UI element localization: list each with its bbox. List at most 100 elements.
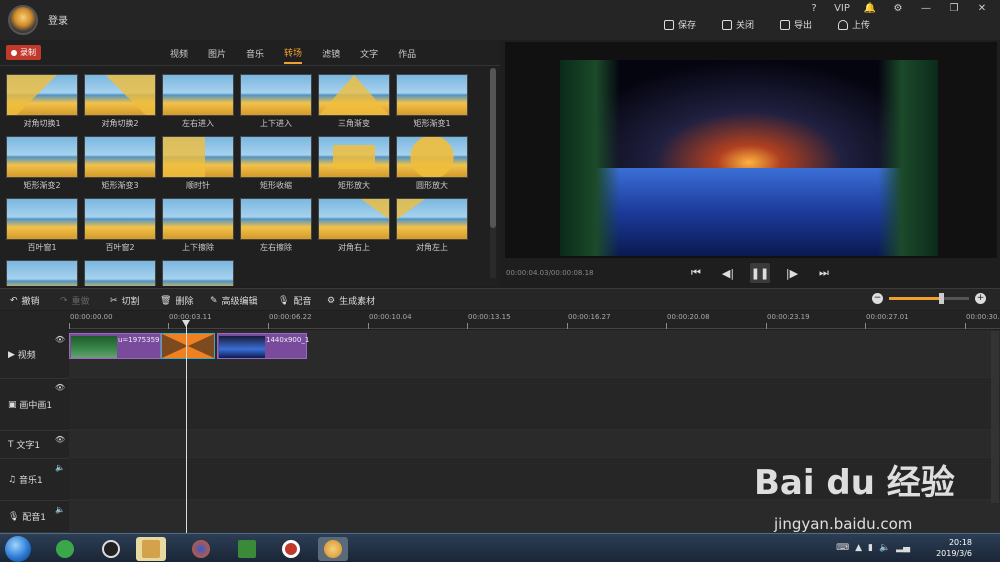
transition-item[interactable]: 对角左上 [396,198,468,256]
redo-button[interactable]: ↷ 重做 [60,294,90,308]
taskbar-app-explorer[interactable] [136,537,166,561]
transition-item[interactable]: 矩形收缩 [240,136,312,194]
transition-item[interactable]: 矩形放大 [318,136,390,194]
cut-button[interactable]: ✂ 切割 [110,294,140,308]
taskbar-app-firefox[interactable] [186,537,216,561]
taskbar-app-qq[interactable] [96,537,126,561]
tab-filter[interactable]: 滤镜 [322,44,340,63]
eye-icon[interactable]: 👁 [55,335,65,344]
zoom-slider[interactable] [889,293,969,304]
transition-item[interactable]: 矩形渐变2 [6,136,78,194]
help-icon[interactable]: ? [802,2,826,16]
speaker-icon[interactable]: 🔈 [55,463,65,472]
transition-item[interactable]: 对角切换1 [6,74,78,132]
transition-item[interactable]: 对角切换2 [84,74,156,132]
undo-icon: ↶ [10,295,18,306]
zoom-slider-handle[interactable] [938,293,944,304]
library-scrollbar-thumb[interactable] [490,68,496,228]
transition-item[interactable]: 矩形渐变1 [396,74,468,132]
dub-button[interactable]: 🎙 配音 [278,294,311,308]
undo-button[interactable]: ↶ 撤销 [10,294,40,308]
pause-icon[interactable]: ❚❚ [750,263,770,283]
tab-video[interactable]: 视频 [170,44,188,63]
eye-icon[interactable]: 👁 [55,435,65,444]
zoom-out-icon[interactable]: − [872,293,883,304]
transition-item[interactable]: 矩形渐变3 [84,136,156,194]
track-header-video[interactable]: ▶ 视频 👁 [0,331,69,379]
track-text [69,430,1000,458]
step-back-icon[interactable]: ◀| [718,263,738,283]
transition-item[interactable]: 三角渐变 [318,74,390,132]
transition-thumbnail [84,136,156,178]
bell-icon[interactable]: 🔔 [858,2,882,16]
close-icon[interactable]: ✕ [970,2,994,16]
skip-start-icon[interactable]: ⏮ [686,263,706,283]
transition-item[interactable]: 对角右上 [318,198,390,256]
timeline-ruler[interactable]: 00:00:00.00 00:00:03.11 00:00:06.22 00:0… [69,311,1000,329]
track-header-music[interactable]: ♫ 音乐1 🔈 [0,459,69,501]
taskbar-app-360[interactable] [50,537,80,561]
pip-icon: ▣ [8,399,20,410]
library-scrollbar[interactable] [490,68,496,278]
tab-transition[interactable]: 转场 [284,43,303,64]
upload-icon [837,19,848,30]
video-clip[interactable]: 1440x900_1 [217,333,309,359]
tab-image[interactable]: 图片 [208,44,226,63]
transition-item[interactable]: 百叶窗1 [6,198,78,256]
upload-button[interactable]: 上传 [837,18,870,31]
login-link[interactable]: 登录 [48,12,68,27]
transition-clip[interactable] [161,333,215,359]
track-header-text[interactable]: T 文字1 👁 [0,431,69,459]
zoom-in-icon[interactable]: + [975,293,986,304]
transition-item[interactable] [84,260,156,286]
transition-item[interactable]: 圆形放大 [396,136,468,194]
tab-music[interactable]: 音乐 [246,44,264,63]
video-clip[interactable]: u=1975359 [69,333,161,359]
start-button[interactable] [5,536,31,562]
flag-icon[interactable]: ▲ [855,543,862,553]
transition-item[interactable]: 百叶窗2 [84,198,156,256]
tab-works[interactable]: 作品 [398,44,416,63]
app-icon [102,540,120,558]
preview-trees-left [560,60,620,256]
track-header-pip[interactable]: ▣ 画中画1 👁 [0,379,69,431]
minimize-icon[interactable]: — [914,2,938,16]
vip-icon[interactable]: VIP [830,2,854,16]
taskbar-app-media[interactable] [232,537,262,561]
speaker-icon[interactable]: 🔈 [55,505,65,514]
delete-button[interactable]: 🗑 删除 [160,294,193,308]
taskbar-app-editor[interactable] [318,537,348,561]
step-forward-icon[interactable]: |▶ [782,263,802,283]
transition-label: 对角切换2 [101,119,139,128]
transition-item[interactable]: 上下进入 [240,74,312,132]
generate-material-button[interactable]: ⚙ 生成素材 [327,294,375,308]
save-button[interactable]: 保存 [663,18,696,31]
close-file-button[interactable]: 关闭 [721,18,754,31]
maximize-icon[interactable]: ❐ [942,2,966,16]
export-button[interactable]: 导出 [779,18,812,31]
transition-item[interactable]: 左右进入 [162,74,234,132]
track-label: 文字1 [16,441,41,451]
taskbar-clock[interactable]: 20:18 2019/3/6 [936,537,972,559]
transition-item[interactable]: 顺时针 [162,136,234,194]
signal-icon[interactable]: ▂▄ [896,543,910,553]
keyboard-icon[interactable]: ⌨ [836,543,849,553]
network-icon[interactable]: ▮ [868,543,873,553]
transition-item[interactable]: 上下擦除 [162,198,234,256]
record-button[interactable]: 录制 [6,45,41,60]
volume-icon[interactable]: 🔈 [879,543,890,553]
clock-time: 20:18 [948,538,972,547]
track-header-dub[interactable]: 🎙 配音1 🔈 [0,501,69,533]
gear-icon[interactable]: ⚙ [886,2,910,16]
transition-item[interactable] [162,260,234,286]
transition-item[interactable]: 左右擦除 [240,198,312,256]
eye-icon[interactable]: 👁 [55,383,65,392]
timeline-playhead[interactable] [182,320,190,533]
taskbar-app-recorder[interactable] [276,537,306,561]
advanced-edit-button[interactable]: ✎ 高级编辑 [210,294,258,308]
skip-end-icon[interactable]: ⏭ [814,263,834,283]
edit-toolbar: ↶ 撤销 ↷ 重做 ✂ 切割 🗑 删除 ✎ 高级编辑 🎙 配音 ⚙ 生成素材 − + [0,288,1000,310]
transition-item[interactable] [6,260,78,286]
zoom-slider-fill [889,297,941,300]
tab-text[interactable]: 文字 [360,44,378,63]
